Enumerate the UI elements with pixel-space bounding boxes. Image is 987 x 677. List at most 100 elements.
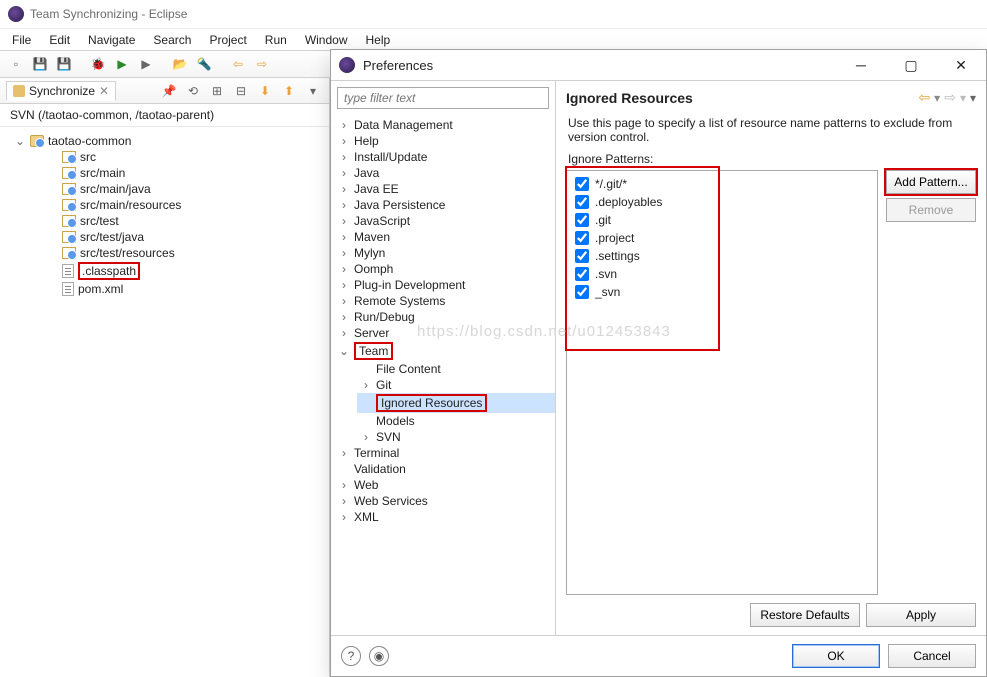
chevron-right-icon[interactable]: › xyxy=(359,430,373,444)
nav-item-xml[interactable]: ›XML xyxy=(335,509,555,525)
nav-item-validation[interactable]: Validation xyxy=(335,461,555,477)
pattern-item[interactable]: */.git/* xyxy=(571,175,873,193)
chevron-right-icon[interactable]: › xyxy=(337,198,351,212)
run-icon[interactable]: ▶ xyxy=(112,54,132,74)
chevron-right-icon[interactable]: › xyxy=(359,378,373,392)
nav-item-web-services[interactable]: ›Web Services xyxy=(335,493,555,509)
menu-navigate[interactable]: Navigate xyxy=(80,30,143,50)
menu-edit[interactable]: Edit xyxy=(41,30,78,50)
open-type-icon[interactable]: 📂 xyxy=(170,54,190,74)
add-pattern-button[interactable]: Add Pattern... xyxy=(886,170,976,194)
tree-folder[interactable]: src/main/resources xyxy=(44,197,325,213)
view-menu-icon[interactable]: ▾ xyxy=(970,91,976,105)
chevron-right-icon[interactable]: › xyxy=(337,246,351,260)
nav-back-icon[interactable]: ⇦ xyxy=(918,89,930,106)
filter-input[interactable] xyxy=(337,87,549,109)
save-all-icon[interactable]: 💾 xyxy=(54,54,74,74)
import-export-icon[interactable]: ◉ xyxy=(369,646,389,666)
pin-icon[interactable]: 📌 xyxy=(159,81,179,101)
chevron-right-icon[interactable]: › xyxy=(337,166,351,180)
chevron-right-icon[interactable]: › xyxy=(337,118,351,132)
save-icon[interactable]: 💾 xyxy=(30,54,50,74)
synchronize-tab[interactable]: Synchronize ✕ xyxy=(6,81,116,101)
back-icon[interactable]: ⇦ xyxy=(228,54,248,74)
tree-folder[interactable]: src/test/resources xyxy=(44,245,325,261)
nav-item-java-persistence[interactable]: ›Java Persistence xyxy=(335,197,555,213)
tree-folder[interactable]: src/test xyxy=(44,213,325,229)
chevron-right-icon[interactable]: › xyxy=(337,446,351,460)
chevron-right-icon[interactable]: › xyxy=(337,262,351,276)
collapse-icon[interactable]: ⊟ xyxy=(231,81,251,101)
menu-window[interactable]: Window xyxy=(297,30,356,50)
menu-search[interactable]: Search xyxy=(145,30,199,50)
search-icon[interactable]: 🔦 xyxy=(194,54,214,74)
pattern-checkbox[interactable] xyxy=(575,195,589,209)
down-arrow-icon[interactable]: ⬇ xyxy=(255,81,275,101)
cancel-button[interactable]: Cancel xyxy=(888,644,976,668)
menu-project[interactable]: Project xyxy=(201,30,254,50)
pattern-item[interactable]: .svn xyxy=(571,265,873,283)
nav-item-git[interactable]: ›Git xyxy=(357,377,555,393)
menu-file[interactable]: File xyxy=(4,30,39,50)
nav-forward-icon[interactable]: ⇨ xyxy=(944,89,956,106)
pattern-item[interactable]: .settings xyxy=(571,247,873,265)
nav-item-terminal[interactable]: ›Terminal xyxy=(335,445,555,461)
dialog-titlebar[interactable]: Preferences ─ ▢ ✕ xyxy=(331,50,986,80)
pattern-item[interactable]: .git xyxy=(571,211,873,229)
nav-tree[interactable]: ›Data Management›Help›Install/Update›Jav… xyxy=(331,115,555,635)
pattern-checkbox[interactable] xyxy=(575,231,589,245)
forward-icon[interactable]: ⇨ xyxy=(252,54,272,74)
chevron-right-icon[interactable]: › xyxy=(337,310,351,324)
tree-folder[interactable]: src/main xyxy=(44,165,325,181)
debug-icon[interactable]: 🐞 xyxy=(88,54,108,74)
nav-item-run-debug[interactable]: ›Run/Debug xyxy=(335,309,555,325)
tree-file-classpath[interactable]: .classpath xyxy=(44,261,325,281)
chevron-right-icon[interactable]: › xyxy=(337,494,351,508)
chevron-right-icon[interactable]: › xyxy=(337,230,351,244)
ok-button[interactable]: OK xyxy=(792,644,880,668)
pattern-checkbox[interactable] xyxy=(575,249,589,263)
chevron-right-icon[interactable]: › xyxy=(337,182,351,196)
chevron-down-icon[interactable]: ⌄ xyxy=(14,134,26,148)
menu-help[interactable]: Help xyxy=(358,30,399,50)
pattern-item[interactable]: _svn xyxy=(571,283,873,301)
tree-file-pom[interactable]: pom.xml xyxy=(44,281,325,297)
nav-item-file-content[interactable]: File Content xyxy=(357,361,555,377)
menu-run[interactable]: Run xyxy=(257,30,295,50)
chevron-right-icon[interactable]: › xyxy=(337,134,351,148)
chevron-right-icon[interactable]: › xyxy=(337,150,351,164)
chevron-right-icon[interactable]: › xyxy=(337,278,351,292)
nav-item-models[interactable]: Models xyxy=(357,413,555,429)
tree-folder[interactable]: src xyxy=(44,149,325,165)
nav-item-javascript[interactable]: ›JavaScript xyxy=(335,213,555,229)
chevron-right-icon[interactable]: › xyxy=(337,214,351,228)
pattern-item[interactable]: .project xyxy=(571,229,873,247)
close-button[interactable]: ✕ xyxy=(940,51,982,79)
nav-item-plug-in-development[interactable]: ›Plug-in Development xyxy=(335,277,555,293)
pattern-checkbox[interactable] xyxy=(575,213,589,227)
chevron-down-icon[interactable]: ⌄ xyxy=(337,344,351,358)
expand-icon[interactable]: ⊞ xyxy=(207,81,227,101)
nav-item-oomph[interactable]: ›Oomph xyxy=(335,261,555,277)
minimize-button[interactable]: ─ xyxy=(840,51,882,79)
nav-item-install-update[interactable]: ›Install/Update xyxy=(335,149,555,165)
nav-item-mylyn[interactable]: ›Mylyn xyxy=(335,245,555,261)
menu-icon[interactable]: ▾ xyxy=(303,81,323,101)
nav-item-web[interactable]: ›Web xyxy=(335,477,555,493)
nav-item-java-ee[interactable]: ›Java EE xyxy=(335,181,555,197)
pattern-checkbox[interactable] xyxy=(575,285,589,299)
nav-item-maven[interactable]: ›Maven xyxy=(335,229,555,245)
pattern-item[interactable]: .deployables xyxy=(571,193,873,211)
chevron-right-icon[interactable]: › xyxy=(337,510,351,524)
help-icon[interactable]: ? xyxy=(341,646,361,666)
apply-button[interactable]: Apply xyxy=(866,603,976,627)
nav-item-remote-systems[interactable]: ›Remote Systems xyxy=(335,293,555,309)
remove-button[interactable]: Remove xyxy=(886,198,976,222)
nav-item-java[interactable]: ›Java xyxy=(335,165,555,181)
refresh-icon[interactable]: ⟲ xyxy=(183,81,203,101)
up-arrow-icon[interactable]: ⬆ xyxy=(279,81,299,101)
chevron-right-icon[interactable]: › xyxy=(337,478,351,492)
tree-folder[interactable]: src/test/java xyxy=(44,229,325,245)
sync-tree[interactable]: ⌄ taotao-common src src/main src/main/ja… xyxy=(0,127,329,677)
patterns-list[interactable]: https://blog.csdn.net/u012453843 */.git/… xyxy=(566,170,878,595)
